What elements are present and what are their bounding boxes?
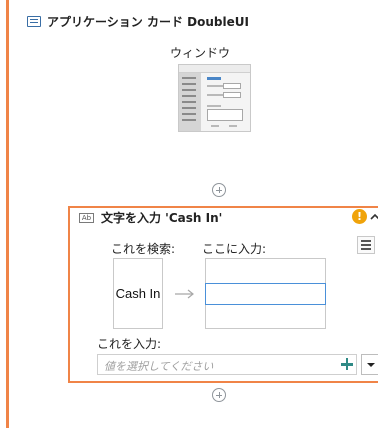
text-value-input[interactable]: 値を選択してください [97, 354, 357, 375]
application-card-header: アプリケーション カード DoubleUI [27, 11, 249, 31]
text-to-type-label: これを入力: [97, 337, 162, 351]
input-here-label: ここに入力: [202, 242, 267, 256]
search-label: これを検索: [111, 242, 176, 256]
type-into-title: 文字を入力 'Cash In' [101, 211, 223, 225]
window-screenshot-thumbnail[interactable] [178, 64, 251, 132]
menu-icon[interactable] [357, 236, 375, 254]
collapse-icon[interactable] [369, 211, 378, 223]
input-target-field[interactable] [205, 283, 326, 305]
plus-icon[interactable] [341, 358, 353, 370]
dropdown-arrow-icon[interactable] [361, 354, 378, 375]
search-target-box[interactable]: Cash In [113, 258, 163, 329]
type-into-icon: Ab [79, 213, 94, 223]
application-card: アプリケーション カード DoubleUI ウィンドウ Ab 文字を入力 'Ca… [6, 0, 378, 428]
app-window-icon [27, 15, 41, 27]
value-placeholder: 値を選択してください [104, 360, 214, 373]
warning-icon[interactable]: ! [352, 209, 367, 224]
type-into-activity[interactable]: Ab 文字を入力 'Cash In' ! これを検索: ここに入力: Cash … [68, 206, 378, 383]
application-card-title: アプリケーション カード DoubleUI [47, 14, 249, 29]
arrow-right-icon [175, 289, 194, 299]
search-target-text: Cash In [115, 286, 161, 301]
window-label: ウィンドウ [169, 46, 230, 60]
add-activity-icon[interactable] [212, 183, 226, 197]
add-activity-icon-bottom[interactable] [212, 388, 226, 402]
